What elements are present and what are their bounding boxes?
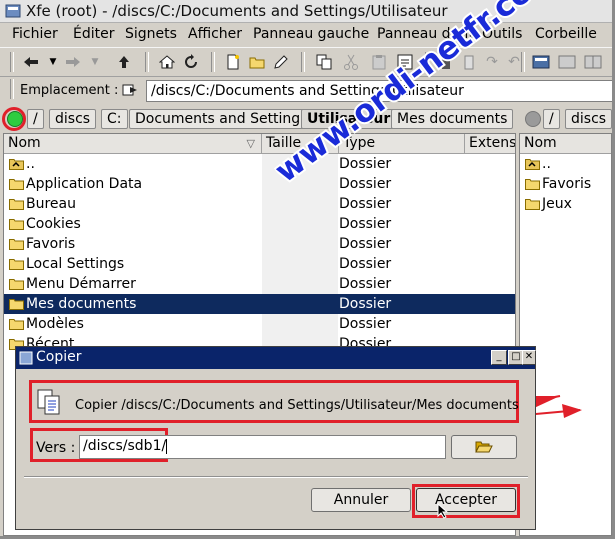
minimize-icon[interactable]: _ [491,350,507,365]
open-folder-icon [475,441,493,453]
mouse-cursor-icon [437,503,449,519]
cancel-button[interactable]: Annuler [311,488,411,512]
destination-input[interactable]: /discs/sdb1/ [79,435,446,459]
dialog-title: Copier [36,349,82,365]
dialog-app-icon [19,351,33,365]
copy-dialog: Copier _ □ ✕ Copier /discs/C:/Documents … [15,346,536,530]
dialog-titlebar: Copier _ □ ✕ [16,347,536,369]
dialog-separator [24,476,528,478]
browse-button[interactable] [451,435,517,459]
destination-label: Vers : [36,440,76,456]
accept-button[interactable]: Accepter [416,488,516,512]
copy-document-icon [37,389,60,415]
copy-message: Copier /discs/C:/Documents and Settings/… [75,398,519,413]
close-icon[interactable]: ✕ [522,350,536,365]
